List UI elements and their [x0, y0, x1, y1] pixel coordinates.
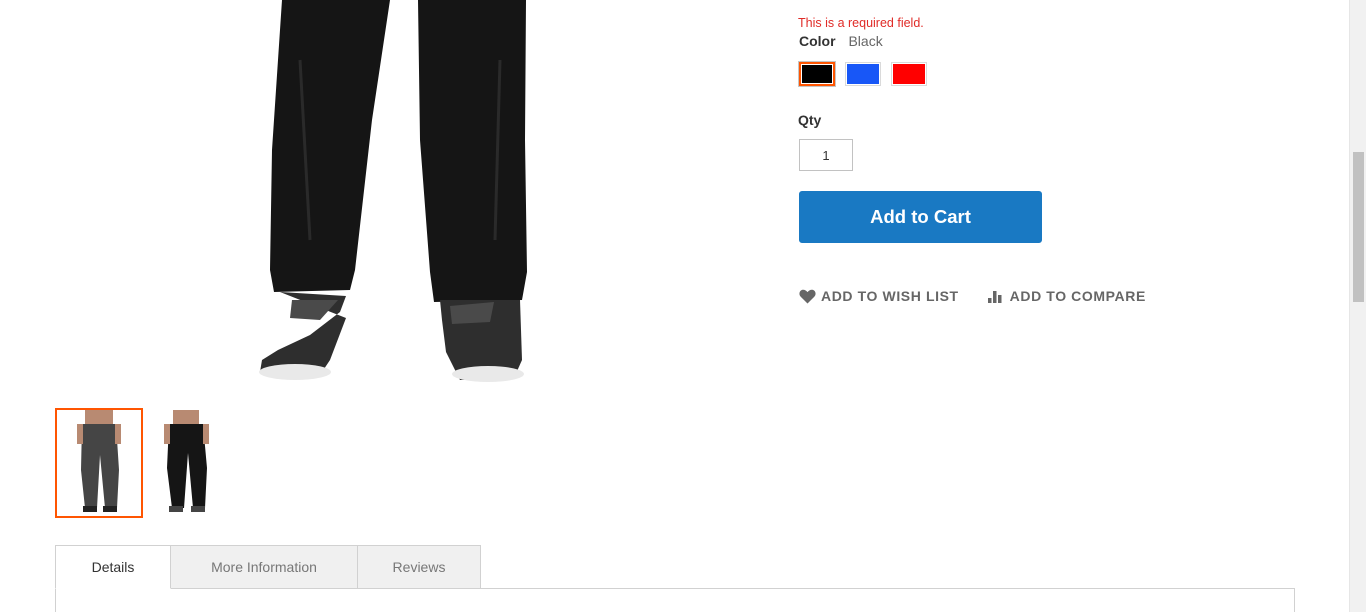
add-to-wishlist-label: ADD TO WISH LIST [821, 288, 959, 304]
heart-icon [799, 289, 816, 303]
product-info-tabs: Details More Information Reviews [55, 545, 481, 589]
pants-illustration [259, 0, 527, 382]
product-main-image[interactable] [150, 0, 690, 403]
swatch-blue[interactable] [845, 62, 881, 86]
thumbnail-1[interactable] [55, 408, 143, 518]
tab-details[interactable]: Details [55, 545, 171, 589]
thumbnail-black-pants [153, 408, 237, 514]
add-to-compare-link[interactable]: ADD TO COMPARE [987, 288, 1146, 304]
add-to-cart-button[interactable]: Add to Cart [799, 191, 1042, 243]
color-label: Color [799, 33, 836, 49]
bar-chart-icon [987, 291, 1002, 303]
qty-input[interactable] [799, 139, 853, 171]
add-to-wishlist-link[interactable]: ADD TO WISH LIST [799, 288, 959, 304]
color-option-header: Color Black [799, 33, 883, 49]
add-to-compare-label: ADD TO COMPARE [1009, 288, 1146, 304]
vertical-scrollbar[interactable] [1349, 0, 1366, 612]
swatch-black[interactable] [798, 61, 836, 87]
swatch-red-fill [893, 64, 925, 84]
required-field-error: This is a required field. [798, 16, 924, 30]
color-selected-value: Black [848, 33, 883, 49]
tab-reviews[interactable]: Reviews [358, 545, 481, 589]
swatch-red[interactable] [891, 62, 927, 86]
color-swatches [798, 61, 927, 87]
scrollbar-thumb[interactable] [1353, 152, 1364, 302]
tab-more-information[interactable]: More Information [171, 545, 358, 589]
thumbnail-gray-pants [57, 410, 141, 516]
product-social-actions: ADD TO WISH LIST ADD TO COMPARE [799, 288, 1146, 304]
swatch-blue-fill [847, 64, 879, 84]
thumbnail-2[interactable] [153, 408, 241, 518]
tab-content-panel [55, 588, 1295, 612]
swatch-black-fill [802, 65, 832, 83]
qty-label: Qty [798, 112, 822, 128]
